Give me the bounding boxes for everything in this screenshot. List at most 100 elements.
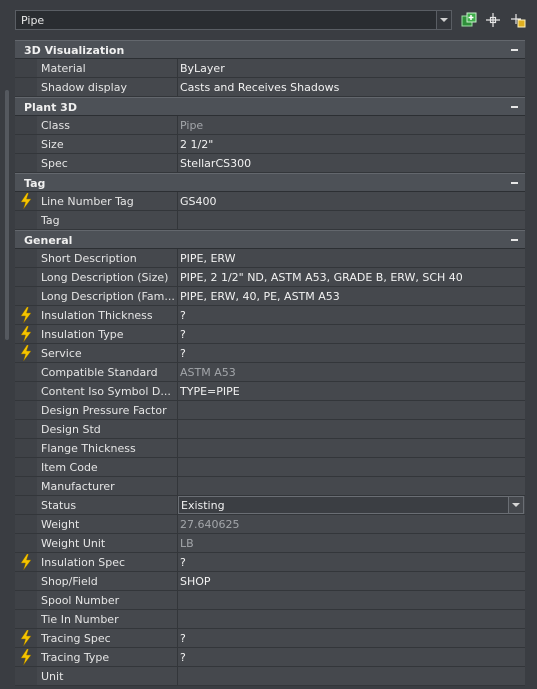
property-label: Insulation Spec [41, 556, 126, 569]
section-title: Tag [24, 177, 46, 190]
property-row[interactable]: Insulation Type? [15, 325, 525, 344]
property-row[interactable]: Spec StellarCS300 [15, 154, 525, 173]
property-row[interactable]: Tie In Number [15, 610, 525, 629]
property-row[interactable]: Long Description (Size) PIPE, 2 1/2" ND, … [15, 268, 525, 287]
column-divider [177, 116, 178, 134]
property-row[interactable]: Weight 27.640625 [15, 515, 525, 534]
section-title: 3D Visualization [24, 44, 125, 57]
property-row[interactable]: Compatible Standard ASTM A53 [15, 363, 525, 382]
property-value[interactable]: TYPE=PIPE [180, 385, 520, 398]
property-row[interactable]: Weight Unit LB [15, 534, 525, 553]
column-divider [177, 154, 178, 172]
property-value[interactable]: SHOP [180, 575, 520, 588]
property-row[interactable]: Service? [15, 344, 525, 363]
property-value[interactable]: ? [180, 309, 520, 322]
property-row[interactable]: Design Std [15, 420, 525, 439]
property-row[interactable]: Long Description (Fam... PIPE, ERW, 40, P… [15, 287, 525, 306]
property-value[interactable]: PIPE, 2 1/2" ND, ASTM A53, GRADE B, ERW,… [180, 271, 520, 284]
pick-objects-icon[interactable] [484, 11, 502, 29]
row-gutter [15, 287, 37, 305]
property-row[interactable]: Tracing Spec? [15, 629, 525, 648]
section-header[interactable]: Tag [15, 173, 525, 192]
column-divider [177, 667, 178, 685]
row-gutter [15, 572, 37, 590]
row-gutter [15, 249, 37, 267]
chevron-down-icon[interactable] [508, 497, 523, 513]
property-row[interactable]: Spool Number [15, 591, 525, 610]
property-value[interactable]: StellarCS300 [180, 157, 520, 170]
property-value[interactable]: 2 1/2" [180, 138, 520, 151]
row-gutter [15, 420, 37, 438]
property-row[interactable]: Insulation Thickness? [15, 306, 525, 325]
property-label: Manufacturer [41, 480, 115, 493]
status-value: Existing [181, 499, 225, 512]
column-divider [177, 78, 178, 96]
property-row[interactable]: Shadow display Casts and Receives Shadows [15, 78, 525, 97]
column-divider [177, 192, 178, 210]
property-label: Design Std [41, 423, 101, 436]
property-value[interactable]: ? [180, 556, 520, 569]
collapse-icon[interactable] [509, 101, 521, 112]
section-header[interactable]: 3D Visualization [15, 40, 525, 59]
section-header[interactable]: Plant 3D [15, 97, 525, 116]
property-value[interactable]: ? [180, 651, 520, 664]
property-label: Compatible Standard [41, 366, 158, 379]
column-divider [177, 287, 178, 305]
collapse-icon[interactable] [509, 234, 521, 245]
property-row[interactable]: Shop/Field SHOP [15, 572, 525, 591]
row-gutter [15, 629, 37, 647]
chevron-down-icon[interactable] [436, 11, 451, 29]
lightning-bolt-icon [19, 649, 33, 665]
property-value[interactable]: ByLayer [180, 62, 520, 75]
property-label: Spec [41, 157, 68, 170]
property-row[interactable]: Status Existing [15, 496, 525, 515]
row-gutter [15, 401, 37, 419]
property-label: Insulation Type [41, 328, 124, 341]
column-divider [177, 135, 178, 153]
property-row[interactable]: Unit [15, 667, 525, 686]
row-gutter [15, 553, 37, 571]
property-label: Insulation Thickness [41, 309, 153, 322]
status-select[interactable]: Existing [178, 496, 524, 514]
pickadd-toggle-icon[interactable] [509, 11, 527, 29]
property-value[interactable]: ? [180, 347, 520, 360]
property-value[interactable]: GS400 [180, 195, 520, 208]
collapse-icon[interactable] [509, 177, 521, 188]
property-row[interactable]: Material ByLayer [15, 59, 525, 78]
property-row[interactable]: Size 2 1/2" [15, 135, 525, 154]
property-label: Shop/Field [41, 575, 98, 588]
quick-select-icon[interactable] [460, 11, 478, 29]
property-label: Weight [41, 518, 80, 531]
column-divider [177, 629, 178, 647]
property-value[interactable]: PIPE, ERW [180, 252, 520, 265]
property-row[interactable]: Class Pipe [15, 116, 525, 135]
property-row[interactable]: Flange Thickness [15, 439, 525, 458]
lightning-bolt-icon [19, 326, 33, 342]
row-gutter [15, 477, 37, 495]
property-row[interactable]: Short Description PIPE, ERW [15, 249, 525, 268]
property-label: Content Iso Symbol D... [41, 385, 171, 398]
collapse-icon[interactable] [509, 44, 521, 55]
object-type-dropdown[interactable]: Pipe [15, 10, 452, 30]
property-row[interactable]: Line Number Tag GS400 [15, 192, 525, 211]
scroll-thumb[interactable] [5, 90, 9, 340]
property-row[interactable]: Insulation Spec? [15, 553, 525, 572]
property-row[interactable]: Manufacturer [15, 477, 525, 496]
section-header[interactable]: General [15, 230, 525, 249]
row-gutter [15, 496, 37, 514]
property-row[interactable]: Tag [15, 211, 525, 230]
property-label: Status [41, 499, 77, 512]
property-value[interactable]: ? [180, 328, 520, 341]
property-row[interactable]: Design Pressure Factor [15, 401, 525, 420]
row-gutter [15, 192, 37, 210]
property-row[interactable]: Item Code [15, 458, 525, 477]
property-row[interactable]: Tracing Type? [15, 648, 525, 667]
property-row[interactable]: Content Iso Symbol D... TYPE=PIPE [15, 382, 525, 401]
property-value[interactable]: PIPE, ERW, 40, PE, ASTM A53 [180, 290, 520, 303]
column-divider [177, 325, 178, 343]
left-scrollbar[interactable] [0, 40, 15, 689]
property-value[interactable]: Casts and Receives Shadows [180, 81, 520, 94]
row-gutter [15, 439, 37, 457]
lightning-bolt-icon [19, 345, 33, 361]
property-value[interactable]: ? [180, 632, 520, 645]
